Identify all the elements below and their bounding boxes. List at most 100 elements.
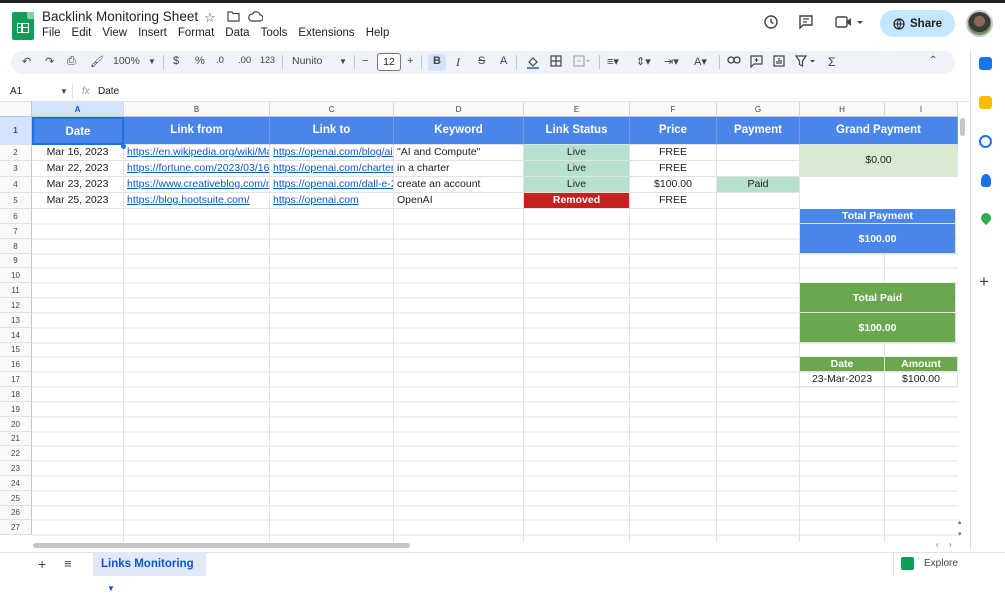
tab-links-monitoring[interactable]: Links Monitoring ▼ xyxy=(93,552,206,593)
header-link-from[interactable]: Link from xyxy=(124,117,270,145)
table-cell-date[interactable]: Mar 23, 2023 xyxy=(32,177,124,193)
scroll-down-icon[interactable]: ▾ xyxy=(958,530,962,538)
row-header-15[interactable]: 15 xyxy=(0,343,32,357)
collapse-toolbar-chevron-up-icon[interactable]: ⌃ xyxy=(929,55,937,66)
increase-decimal-button[interactable]: .00 xyxy=(238,55,251,66)
text-rotation-icon[interactable]: A▾ xyxy=(694,55,707,68)
total-paid-value[interactable]: $100.00 xyxy=(800,313,956,343)
decrease-decimal-button[interactable]: .0 xyxy=(216,55,224,66)
row-header-26[interactable]: 26 xyxy=(0,506,32,520)
header-price[interactable]: Price xyxy=(630,117,717,145)
column-header-c[interactable]: C xyxy=(270,102,394,117)
borders-icon[interactable] xyxy=(550,55,562,70)
table-cell-keyword[interactable]: "AI and Compute" xyxy=(394,145,524,161)
table-cell-keyword[interactable]: OpenAI xyxy=(394,193,524,209)
column-header-g[interactable]: G xyxy=(717,102,800,117)
insert-link-icon[interactable] xyxy=(727,55,741,68)
row-header-10[interactable]: 10 xyxy=(0,268,32,283)
column-header-d[interactable]: D xyxy=(394,102,524,117)
row-header-21[interactable]: 21 xyxy=(0,432,32,446)
share-button[interactable]: Share xyxy=(880,10,955,37)
folder-move-icon[interactable] xyxy=(227,10,240,25)
row-header-22[interactable]: 22 xyxy=(0,446,32,461)
insert-chart-icon[interactable] xyxy=(773,55,785,70)
merge-cells-icon[interactable] xyxy=(573,55,591,70)
menu-insert[interactable]: Insert xyxy=(138,27,167,39)
table-cell-link-from[interactable]: https://www.creativeblog.com/n xyxy=(124,177,270,193)
horizontal-scrollbar-thumb[interactable] xyxy=(33,543,410,548)
functions-sigma-icon[interactable]: Σ xyxy=(828,55,835,69)
table-cell-keyword[interactable]: in a charter xyxy=(394,161,524,177)
formula-input[interactable]: Date xyxy=(98,86,119,97)
print-icon[interactable]: ⎙ xyxy=(67,55,76,68)
table-cell-price[interactable]: $100.00 xyxy=(630,177,717,193)
menu-file[interactable]: File xyxy=(42,27,61,39)
menu-tools[interactable]: Tools xyxy=(261,27,288,39)
row-header-5[interactable]: 5 xyxy=(0,193,32,209)
row-header-7[interactable]: 7 xyxy=(0,224,32,239)
menu-format[interactable]: Format xyxy=(178,27,214,39)
spreadsheet-grid[interactable]: A B C D E F G H I 1 2 3 4 5 6 7 8 9 10 1… xyxy=(0,102,958,542)
row-header-24[interactable]: 24 xyxy=(0,476,32,491)
table-cell-link-to[interactable]: https://openai.com/blog/ai- xyxy=(270,145,394,161)
sheets-logo-icon[interactable] xyxy=(12,12,34,40)
row-header-4[interactable]: 4 xyxy=(0,177,32,193)
insert-comment-icon[interactable] xyxy=(750,55,763,71)
menu-view[interactable]: View xyxy=(102,27,127,39)
scroll-left-icon[interactable]: ‹ xyxy=(936,540,939,549)
payment-badge[interactable]: Paid xyxy=(717,177,800,193)
italic-button[interactable]: I xyxy=(456,55,460,70)
vertical-scrollbar-thumb[interactable] xyxy=(960,118,965,136)
total-paid-label[interactable]: Total Paid xyxy=(800,283,956,313)
sheet-tab-chevron-down-icon[interactable]: ▼ xyxy=(107,584,115,593)
add-on-plus-icon[interactable]: + xyxy=(979,272,989,292)
row-header-11[interactable]: 11 xyxy=(0,283,32,298)
table-cell-link-to[interactable]: https://openai.com/dall-e-2 xyxy=(270,177,394,193)
row-header-9[interactable]: 9 xyxy=(0,254,32,268)
status-badge[interactable]: Live xyxy=(524,161,630,177)
document-title[interactable]: Backlink Monitoring Sheet xyxy=(42,9,198,24)
scroll-up-icon[interactable]: ▴ xyxy=(958,518,962,526)
column-header-e[interactable]: E xyxy=(524,102,630,117)
text-wrapping-icon[interactable]: ⇥▾ xyxy=(664,55,679,68)
currency-format-button[interactable]: $ xyxy=(173,55,179,67)
font-size-decrease-icon[interactable]: − xyxy=(362,55,368,67)
contacts-icon[interactable] xyxy=(981,174,991,187)
row-header-14[interactable]: 14 xyxy=(0,328,32,343)
table-cell-price[interactable]: FREE xyxy=(630,193,717,209)
font-family-select[interactable]: Nunito xyxy=(292,55,322,67)
row-header-6[interactable]: 6 xyxy=(0,209,32,224)
selection-handle[interactable] xyxy=(121,144,126,149)
paid-table-header-date[interactable]: Date xyxy=(800,357,885,372)
table-cell-date[interactable]: Mar 16, 2023 xyxy=(32,145,124,161)
keep-notes-icon[interactable] xyxy=(979,96,992,109)
column-header-h[interactable]: H xyxy=(800,102,885,117)
table-cell-link-from[interactable]: https://blog.hootsuite.com/ xyxy=(124,193,270,209)
column-header-f[interactable]: F xyxy=(630,102,717,117)
filter-icon[interactable] xyxy=(794,55,817,70)
row-header-23[interactable]: 23 xyxy=(0,461,32,476)
calendar-icon[interactable] xyxy=(979,57,992,70)
row-header-25[interactable]: 25 xyxy=(0,491,32,506)
name-box-chevron-down-icon[interactable]: ▼ xyxy=(60,87,68,96)
menu-extensions[interactable]: Extensions xyxy=(298,27,354,39)
menu-edit[interactable]: Edit xyxy=(72,27,92,39)
row-header-2[interactable]: 2 xyxy=(0,145,32,161)
row-header-3[interactable]: 3 xyxy=(0,161,32,177)
grand-payment-value[interactable]: $0.00 xyxy=(800,145,958,177)
table-cell-payment[interactable] xyxy=(717,145,800,161)
vertical-align-icon[interactable]: ⇕▾ xyxy=(636,55,651,68)
table-cell-payment[interactable] xyxy=(717,193,800,209)
row-header-12[interactable]: 12 xyxy=(0,298,32,313)
table-cell-payment[interactable] xyxy=(717,161,800,177)
horizontal-align-icon[interactable]: ≡▾ xyxy=(607,55,619,68)
comments-icon[interactable] xyxy=(798,14,814,35)
table-cell-link-from[interactable]: https://fortune.com/2023/03/16 xyxy=(124,161,270,177)
header-payment[interactable]: Payment xyxy=(717,117,800,145)
column-header-i[interactable]: I xyxy=(885,102,958,117)
column-header-a[interactable]: A xyxy=(32,102,124,117)
header-link-to[interactable]: Link to xyxy=(270,117,394,145)
fill-color-icon[interactable] xyxy=(526,55,540,72)
paid-table-header-amount[interactable]: Amount xyxy=(885,357,958,372)
menu-data[interactable]: Data xyxy=(225,27,249,39)
